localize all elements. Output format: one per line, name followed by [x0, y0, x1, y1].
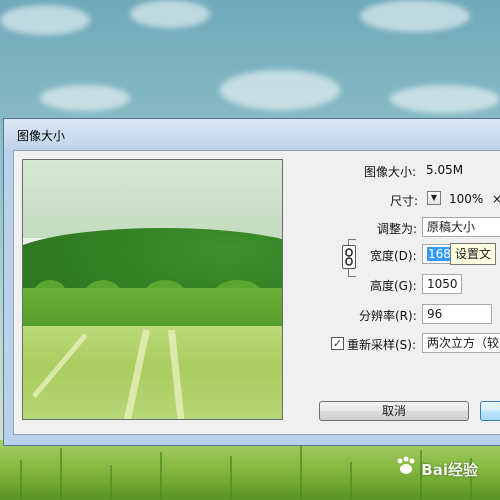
fit-to-label: 调整为: — [377, 222, 418, 236]
height-input[interactable]: 1050 — [422, 274, 462, 294]
dimensions-label: 尺寸: — [390, 194, 419, 208]
dimensions-dropdown-icon[interactable]: ▼ — [427, 191, 441, 205]
resample-label: 重新采样(S): — [347, 338, 417, 352]
dialog-title: 图像大小 — [17, 129, 66, 143]
chain-link-icon[interactable] — [342, 245, 356, 269]
cloud — [390, 85, 500, 113]
image-preview — [22, 159, 283, 420]
height-label: 高度(G): — [370, 279, 417, 293]
cancel-button[interactable]: 取消 — [319, 401, 469, 421]
watermark-logo: Bai经验 — [397, 456, 478, 480]
dimensions-value: 100% — [449, 192, 484, 206]
cloud — [40, 85, 130, 111]
resample-checkbox[interactable]: ✓ — [331, 337, 344, 350]
fit-to-select[interactable]: 原稿大小 — [422, 217, 500, 237]
tooltip: 设置文 — [450, 243, 497, 265]
cloud — [220, 70, 340, 110]
resolution-input[interactable]: 96 — [422, 304, 492, 324]
width-label: 宽度(D): — [370, 249, 417, 263]
dialog-body: 图像大小: 5.05M 尺寸: ▼ 100% × 调整为: 原稿大小 宽度(D)… — [13, 150, 500, 435]
watermark-text: Bai经验 — [421, 461, 478, 479]
paw-icon — [397, 456, 415, 474]
cloud — [0, 5, 90, 35]
cloud — [130, 0, 210, 28]
resample-select[interactable]: 两次立方（较 — [422, 333, 500, 353]
ok-button[interactable] — [480, 401, 500, 421]
image-size-value: 5.05M — [426, 163, 464, 177]
dimensions-separator: × — [492, 192, 500, 206]
image-size-dialog: 图像大小 图像大小: 5.05M 尺寸: ▼ 100% × 调整为: 原稿大小 — [3, 118, 500, 446]
image-size-label: 图像大小: — [364, 165, 417, 179]
cloud — [360, 0, 470, 32]
resolution-label: 分辨率(R): — [359, 309, 417, 323]
dialog-titlebar[interactable]: 图像大小 — [4, 119, 500, 149]
